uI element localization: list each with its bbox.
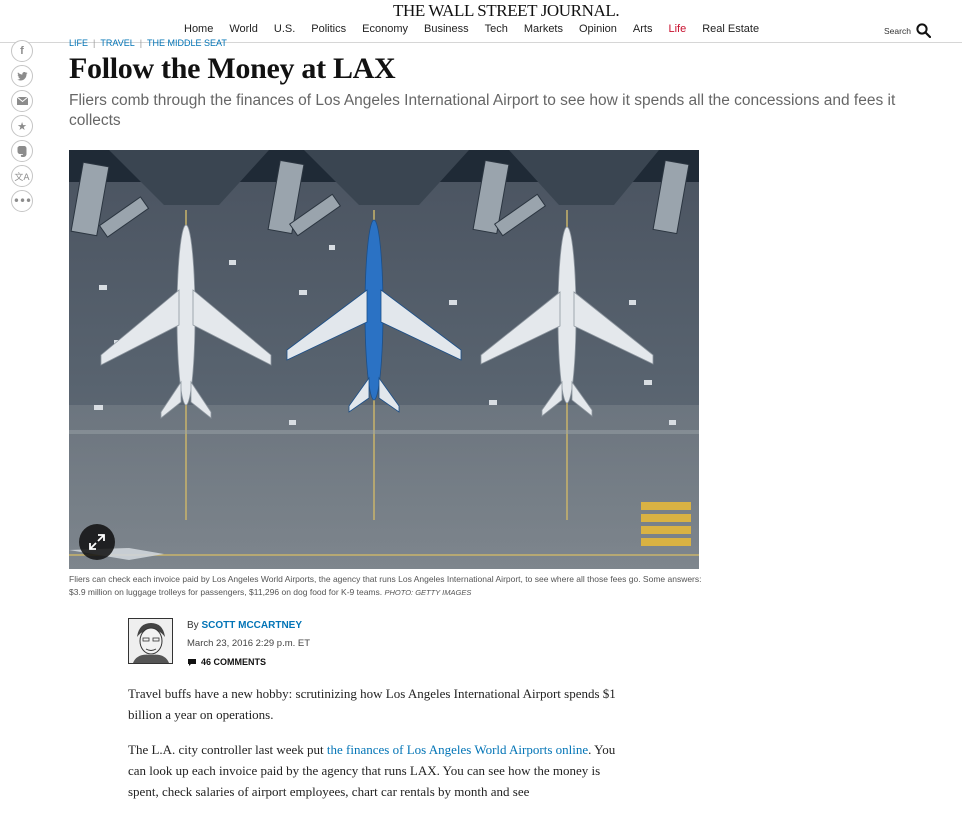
paragraph-1: Travel buffs have a new hobby: scrutiniz… bbox=[128, 686, 616, 722]
nav-opinion[interactable]: Opinion bbox=[579, 23, 617, 35]
masthead: THE WALL STREET JOURNAL. Home World U.S.… bbox=[0, 0, 962, 43]
hero-image bbox=[69, 150, 699, 569]
nav-home[interactable]: Home bbox=[184, 23, 213, 35]
nav-tech[interactable]: Tech bbox=[485, 23, 508, 35]
nav-real-estate[interactable]: Real Estate bbox=[702, 23, 759, 35]
paragraph-2: The L.A. city controller last week put t… bbox=[128, 739, 634, 802]
comment-icon bbox=[188, 658, 196, 666]
article-headline: Follow the Money at LAX bbox=[69, 52, 396, 85]
article-dek: Fliers comb through the finances of Los … bbox=[69, 92, 896, 129]
breadcrumb: LIFE | TRAVEL | THE MIDDLE SEAT bbox=[69, 38, 227, 48]
publish-date: March 23, 2016 2:29 p.m. ET bbox=[187, 638, 311, 649]
nav-us[interactable]: U.S. bbox=[274, 23, 295, 35]
breadcrumb-life[interactable]: LIFE bbox=[69, 38, 88, 48]
paragraph-2-text-a: The L.A. city controller last week put bbox=[128, 742, 327, 757]
author-link[interactable]: SCOTT MCCARTNEY bbox=[201, 620, 302, 631]
nav-life[interactable]: Life bbox=[668, 23, 686, 35]
twitter-icon[interactable] bbox=[11, 65, 33, 87]
photo-credit: PHOTO: GETTY IMAGES bbox=[384, 587, 472, 597]
more-icon[interactable]: ••• bbox=[11, 190, 33, 212]
evernote-icon[interactable] bbox=[11, 140, 33, 162]
search-icon bbox=[916, 23, 931, 38]
wsj-logo[interactable]: THE WALL STREET JOURNAL. bbox=[393, 1, 620, 21]
search-button[interactable]: Search bbox=[884, 23, 931, 38]
email-icon[interactable] bbox=[11, 90, 33, 112]
comments-count: 46 COMMENTS bbox=[201, 657, 267, 667]
nav-world[interactable]: World bbox=[229, 23, 258, 35]
nav-arts[interactable]: Arts bbox=[633, 23, 653, 35]
aerial-airport-photo bbox=[69, 150, 699, 569]
author-avatar[interactable] bbox=[128, 618, 173, 664]
nav-economy[interactable]: Economy bbox=[362, 23, 408, 35]
facebook-icon[interactable]: f bbox=[11, 40, 33, 62]
search-label: Search bbox=[884, 25, 911, 36]
expand-image-button[interactable] bbox=[79, 524, 115, 560]
nav-markets[interactable]: Markets bbox=[524, 23, 563, 35]
article-body: Travel buffs have a new hobby: scrutiniz… bbox=[128, 683, 634, 816]
byline-author: By SCOTT MCCARTNEY bbox=[187, 620, 302, 631]
breadcrumb-middle-seat[interactable]: THE MIDDLE SEAT bbox=[147, 38, 227, 48]
finances-online-link[interactable]: the finances of Los Angeles World Airpor… bbox=[327, 742, 588, 757]
comments-link[interactable]: 46 COMMENTS bbox=[187, 657, 266, 667]
byline-prefix: By bbox=[187, 620, 199, 631]
translate-icon[interactable]: 文A bbox=[11, 165, 33, 187]
image-caption: Fliers can check each invoice paid by Lo… bbox=[69, 573, 709, 599]
breadcrumb-travel[interactable]: TRAVEL bbox=[100, 38, 134, 48]
share-rail: f ★ 文A ••• bbox=[11, 40, 33, 215]
bookmark-icon[interactable]: ★ bbox=[11, 115, 33, 137]
nav-business[interactable]: Business bbox=[424, 23, 469, 35]
main-nav: Home World U.S. Politics Economy Busines… bbox=[184, 23, 775, 35]
nav-politics[interactable]: Politics bbox=[311, 23, 346, 35]
expand-icon bbox=[89, 534, 105, 550]
